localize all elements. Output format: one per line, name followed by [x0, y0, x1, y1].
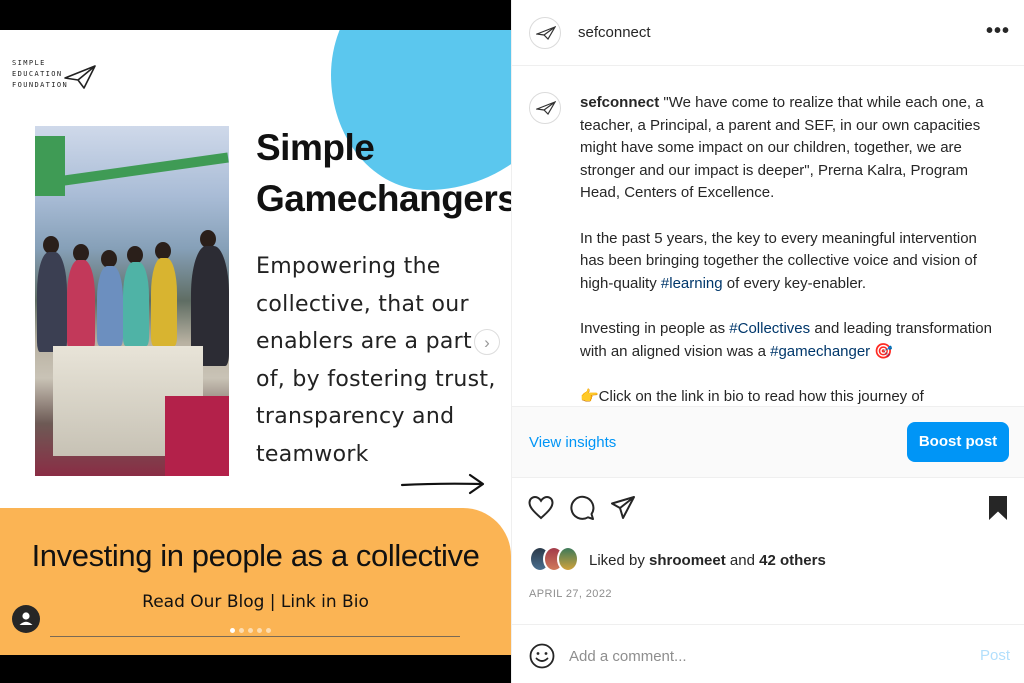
decorative-blob-top [401, 30, 511, 80]
carousel-dot [257, 628, 262, 633]
username-link[interactable]: sefconnect [578, 24, 651, 41]
caption-paragraph: Investing in people as #Collectives and … [580, 319, 992, 360]
foundation-logo: SIMPLE EDUCATION FOUNDATION [12, 59, 69, 89]
carousel-dot [230, 628, 235, 633]
slide-title: Simple Gamechangers [256, 127, 511, 219]
heart-icon[interactable] [527, 494, 555, 522]
insights-bar: View insights Boost post [512, 406, 1024, 478]
arrow-right-icon [400, 473, 485, 495]
slide-description: Empowering the collective, that our enab… [256, 254, 496, 467]
bookmark-icon[interactable] [984, 494, 1012, 522]
comment-bar: Post [512, 624, 1024, 683]
carousel-next-button[interactable]: › [474, 329, 500, 355]
classroom-photo [35, 126, 229, 476]
banner-title: Investing in people as a collective [31, 538, 480, 573]
post-details-panel: sefconnect ••• sefconnect "We have come … [511, 0, 1024, 683]
avatar[interactable] [529, 92, 561, 124]
comment-input[interactable] [569, 643, 959, 669]
likes-text[interactable]: Liked by shroomeet and 42 others [589, 552, 826, 569]
likes-others-link[interactable]: 42 others [759, 552, 826, 569]
hashtag-link[interactable]: #gamechanger [770, 343, 870, 360]
carousel-dot [266, 628, 271, 633]
emoji-icon[interactable] [529, 643, 555, 669]
tagged-users-button[interactable] [12, 605, 40, 633]
view-insights-link[interactable]: View insights [529, 434, 616, 451]
caption-paragraph: sefconnect "We have come to realize that… [580, 94, 984, 202]
comment-icon[interactable] [568, 494, 596, 522]
avatar[interactable] [557, 546, 579, 572]
liker-username-link[interactable]: shroomeet [649, 552, 726, 569]
paper-plane-logo-icon [64, 65, 96, 89]
caption-paragraph: In the past 5 years, the key to every me… [580, 229, 977, 292]
post-comment-button[interactable]: Post [980, 647, 1010, 664]
boost-post-button[interactable]: Boost post [907, 422, 1009, 462]
paper-plane-logo-icon [536, 101, 556, 115]
carousel-dot [248, 628, 253, 633]
share-icon[interactable] [609, 494, 637, 522]
post-date: APRIL 27, 2022 [529, 588, 612, 600]
carousel-slide[interactable]: SIMPLE EDUCATION FOUNDATION Simple Gamec… [0, 30, 511, 655]
post-media: SIMPLE EDUCATION FOUNDATION Simple Gamec… [0, 0, 511, 683]
caption-paragraph: 👉Click on the link in bio to read how th… [580, 387, 924, 405]
more-options-icon[interactable]: ••• [986, 20, 1010, 43]
avatar[interactable] [529, 17, 561, 49]
post-header: sefconnect ••• [512, 0, 1024, 66]
carousel-dot [239, 628, 244, 633]
caption-section: sefconnect "We have come to realize that… [512, 66, 1024, 406]
banner-divider [50, 636, 460, 637]
carousel-indicator [230, 628, 271, 633]
post-caption: sefconnect "We have come to realize that… [580, 92, 1000, 406]
likes-summary: Liked by shroomeet and 42 others [529, 546, 1009, 574]
hashtag-link[interactable]: #learning [661, 275, 723, 292]
caption-username-link[interactable]: sefconnect [580, 94, 659, 111]
hashtag-link[interactable]: #Collectives [729, 320, 810, 337]
paper-plane-logo-icon [536, 26, 556, 40]
user-icon [19, 612, 33, 625]
action-bar [512, 488, 1024, 532]
banner-subtitle: Read Our Blog | Link in Bio [142, 592, 369, 612]
